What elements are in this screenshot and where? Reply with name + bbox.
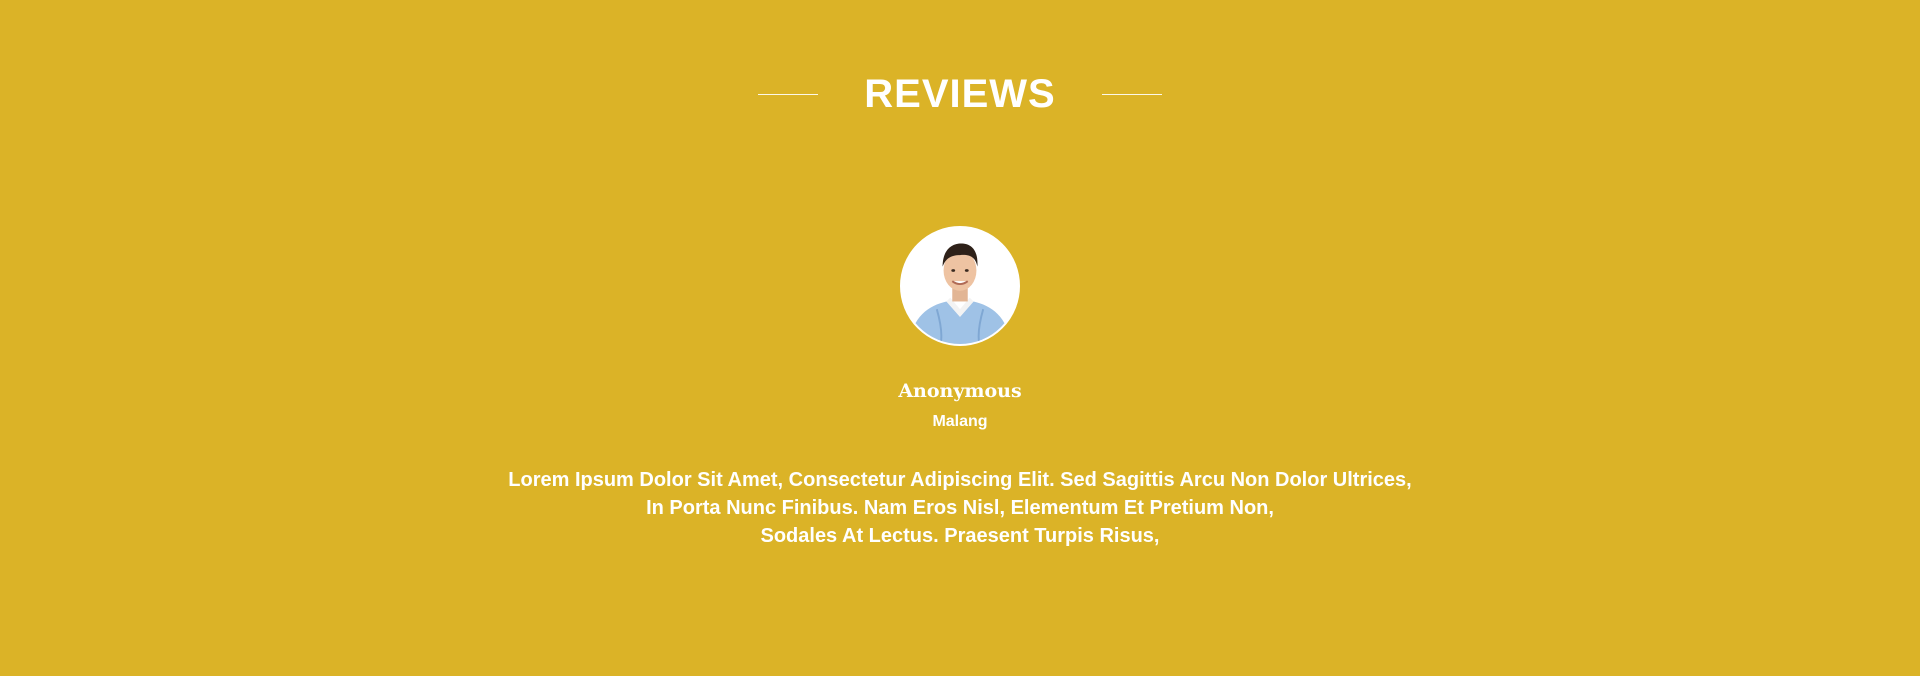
reviewer-avatar [900, 226, 1020, 346]
review-text: Lorem Ipsum Dolor Sit Amet, Consectetur … [0, 466, 1920, 550]
reviewer-location: Malang [932, 413, 988, 430]
review-text-line: Lorem Ipsum Dolor Sit Amet, Consectetur … [508, 469, 1412, 491]
reviews-section: REVIEWS Anonymous Malang Lorem Ipsum Dol… [0, 0, 1920, 676]
review-text-line: In Porta Nunc Finibus. Nam Eros Nisl, El… [646, 497, 1274, 519]
section-title: REVIEWS [864, 72, 1056, 116]
heading-divider-right [1101, 93, 1162, 95]
reviewer-name: Anonymous [898, 380, 1022, 402]
review-text-line: Sodales At Lectus. Praesent Turpis Risus… [760, 525, 1160, 547]
reviewer-photo-icon [902, 228, 1018, 344]
heading-divider-left [758, 93, 819, 95]
section-heading: REVIEWS [0, 60, 1920, 128]
